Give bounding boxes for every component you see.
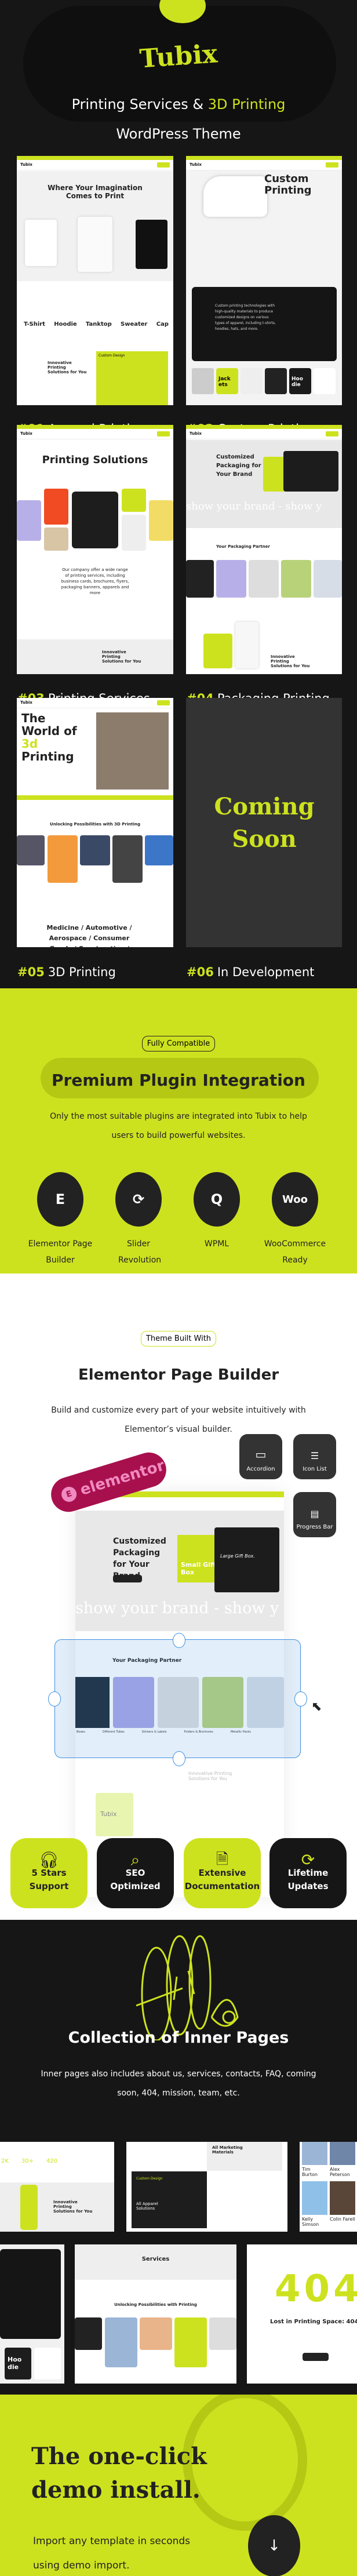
widget-progress-bar[interactable]: ▤ Progress Bar (293, 1492, 336, 1537)
elementor-icon: E (37, 1172, 83, 1227)
demo-services-preview[interactable]: Tubix Printing Solutions Our company off… (17, 425, 173, 674)
resize-handle-right[interactable] (294, 1691, 307, 1707)
download-button[interactable]: ↓ (248, 2515, 300, 2576)
hero-subtitle: WordPress Theme (116, 126, 241, 142)
feature-documentation: 🗎 Extensive Documentation (184, 1838, 261, 1908)
team-photo (302, 2181, 327, 2215)
inner-page-404[interactable]: 404 Lost in Printing Space: 404 Edition (247, 2244, 357, 2384)
team-member-name: Colin Farell (330, 2217, 355, 2222)
resize-handle-left[interactable] (48, 1691, 61, 1707)
hero-section: Tubix Printing Services & 3D Printing Wo… (0, 0, 357, 151)
feature-seo: ⌕ SEO Optimized (97, 1838, 174, 1908)
demo-apparel-preview[interactable]: Tubix Where Your Imagination Comes to Pr… (17, 156, 173, 405)
demo-label-06: #06 In Development (187, 965, 315, 979)
elementor-icon: E (59, 1485, 79, 1504)
plugin-label: WPML (204, 1239, 230, 1249)
demo-install-title: The one-click demo install. (31, 2443, 207, 2504)
demo-coming-soon: Coming Soon (186, 698, 342, 947)
icon-list-icon: ☰ (310, 1450, 319, 1461)
builder-title: Elementor Page Builder (78, 1366, 279, 1384)
arrow-down-icon: ↓ (268, 2537, 280, 2555)
inner-page-shop[interactable]: Hoo die (0, 2244, 64, 2384)
resize-handle-bottom[interactable] (173, 1751, 185, 1766)
demo-install-section: The one-click demo install. Import any te… (0, 2395, 357, 2576)
inner-pages-description: Inner pages also includes about us, serv… (41, 2069, 316, 2098)
wpml-icon: Q (194, 1172, 240, 1227)
feature-support: 🎧︎ 5 Stars Support (10, 1838, 88, 1908)
widget-icon-list[interactable]: ☰ Icon List (293, 1434, 336, 1479)
selection-box[interactable] (54, 1639, 301, 1758)
inner-page-team[interactable]: Tim Burton Alex Peterson Kelly Simson Co… (300, 2142, 357, 2232)
builder-badge: Theme Built With (140, 1331, 217, 1347)
inner-pages-title: Collection of Inner Pages (68, 2029, 289, 2047)
plugins-title: Premium Plugin Integration (52, 1071, 305, 1090)
demo-3d-preview[interactable]: Tubix The World of 3d Printing Unlocking… (17, 698, 173, 947)
plugins-badge: Fully Compatible (141, 1036, 216, 1051)
demos-section: Tubix Where Your Imagination Comes to Pr… (0, 151, 357, 988)
graffiti-tag (136, 1935, 239, 2040)
feature-updates: ⟳ Lifetime Updates (269, 1838, 347, 1908)
resize-handle-top[interactable] (173, 1633, 185, 1648)
cursor-icon: ⬉ (311, 1700, 322, 1714)
headphones-icon: 🎧︎ (38, 1850, 60, 1869)
slider-revolution-icon: ⟳ (115, 1172, 162, 1227)
plugins-section: Fully Compatible Premium Plugin Integrat… (0, 988, 357, 1274)
accordion-icon: ▭ (255, 1447, 267, 1461)
plugin-label: WooCommerce Ready (264, 1239, 326, 1265)
team-photo (302, 2142, 327, 2165)
demo-label-05: #05 3D Printing (17, 965, 116, 979)
plugin-label: Elementor Page Builder (28, 1239, 93, 1265)
team-member-name: Tim Burton (302, 2167, 318, 2177)
team-photo (330, 2181, 355, 2215)
team-member-name: Kelly Simson (302, 2217, 319, 2227)
inner-page-services-list[interactable]: Services Unlocking Possibilities with Pr… (75, 2244, 236, 2384)
inner-pages-section: Collection of Inner Pages Inner pages al… (0, 1920, 357, 2395)
refresh-icon: ⟳ (301, 1850, 315, 1869)
woocommerce-icon: Woo (272, 1172, 318, 1227)
demo-custom-preview[interactable]: Tubix Custom Printing Custom printing te… (186, 156, 342, 405)
inner-page-about[interactable]: 2K 30+ 420 Innovative Printing Solutions f… (0, 2142, 114, 2232)
demo-install-description: Import any template in seconds using dem… (33, 2535, 191, 2571)
plugins-description: Only the most suitable plugins are integ… (50, 1112, 307, 1140)
plugin-label: Slider Revolution (118, 1239, 162, 1265)
builder-section: Theme Built With Elementor Page Builder … (0, 1274, 357, 1920)
inner-page-services[interactable]: All Marketing Materials Custom Design Al… (126, 2142, 287, 2232)
team-photo (330, 2142, 355, 2165)
demo-packaging-preview[interactable]: Tubix Customized Packaging for Your Bran… (186, 425, 342, 674)
search-icon: ⌕ (130, 1850, 140, 1869)
team-member-name: Alex Peterson (330, 2167, 350, 2177)
progress-bar-icon: ▤ (310, 1508, 319, 1519)
hero-title: Printing Services & 3D Printing (71, 96, 286, 112)
document-download-icon: 🗎 (216, 1851, 228, 1868)
widget-accordion[interactable]: ▭ Accordion (239, 1434, 282, 1479)
